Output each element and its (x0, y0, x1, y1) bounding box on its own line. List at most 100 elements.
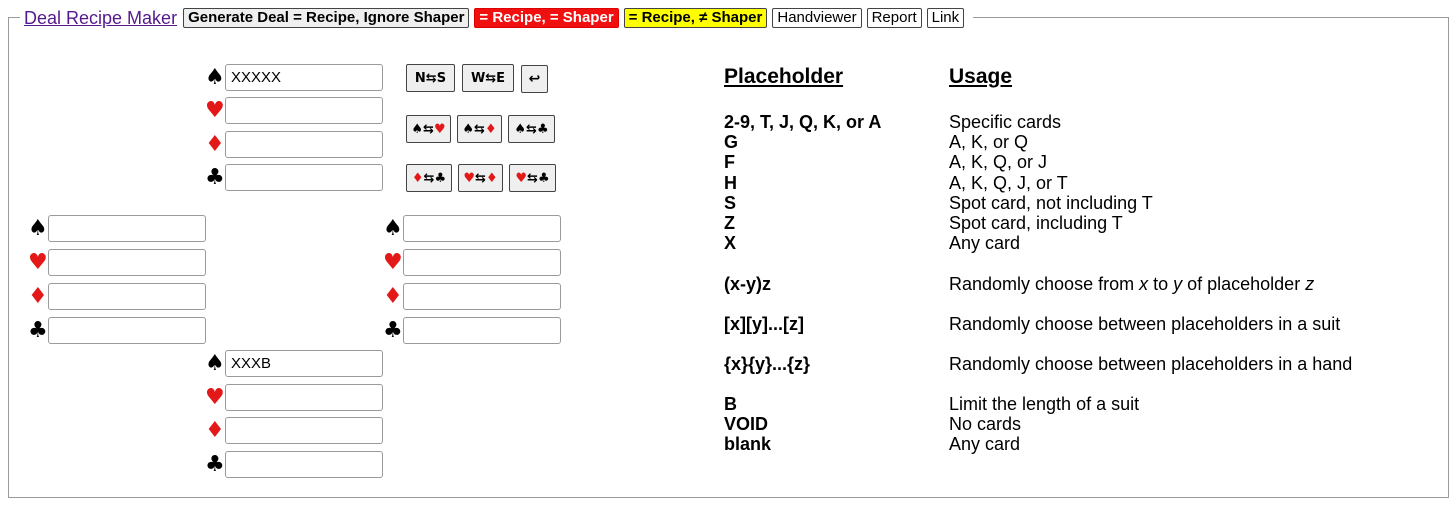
north-clubs-input[interactable] (225, 164, 383, 191)
west-hearts-input[interactable] (48, 249, 206, 276)
usage-text: Spot card, including T (949, 213, 1123, 233)
club-icon: ♣ (28, 318, 48, 343)
spade-icon: ♠ (383, 216, 403, 241)
spade-icon: ♠ (28, 216, 48, 241)
swap-spades-clubs-button[interactable]: ♠ ⇆ ♣ (508, 115, 555, 143)
heart-icon: ♥ (28, 250, 48, 275)
placeholder-label: 2-9, T, J, Q, K, or A (724, 112, 882, 132)
swap-hearts-clubs-button[interactable]: ♥ ⇆ ♣ (509, 164, 556, 192)
placeholder-label: G (724, 132, 739, 152)
north-hearts-input[interactable] (225, 97, 383, 124)
east-diamonds-input[interactable] (403, 283, 561, 310)
usage-text: Spot card, not including T (949, 193, 1153, 213)
report-button[interactable]: Report (866, 8, 922, 28)
diamond-icon: ♦ (205, 418, 225, 443)
east-clubs-input[interactable] (403, 317, 561, 344)
usage-text: Randomly choose between placeholders in … (949, 354, 1353, 374)
north-spades-input[interactable] (225, 64, 383, 91)
spade-icon: ♠ (411, 121, 424, 137)
heart-icon: ♥ (515, 170, 528, 186)
south-spades-input[interactable] (225, 350, 383, 377)
club-icon: ♣ (536, 121, 549, 137)
usage-text-part: Randomly choose from (949, 274, 1140, 294)
spade-icon: ♠ (205, 351, 225, 376)
link-button[interactable]: Link (926, 8, 965, 28)
east-hearts-input[interactable] (403, 249, 561, 276)
heart-icon: ♥ (205, 385, 225, 410)
usage-var-z: z (1305, 274, 1315, 294)
recipe-not-equal-shaper-button[interactable]: = Recipe, ≠ Shaper (623, 8, 768, 28)
rotate-icon: ↩ (528, 71, 541, 87)
west-spades-input[interactable] (48, 215, 206, 242)
placeholder-label: (x-y)z (724, 274, 772, 294)
heart-icon: ♥ (463, 170, 476, 186)
handviewer-button[interactable]: Handviewer (772, 8, 862, 28)
diamond-icon: ♦ (28, 284, 48, 309)
usage-text-part: to (1148, 274, 1174, 294)
usage-text: Any card (949, 434, 1021, 454)
south-diamonds-input[interactable] (225, 417, 383, 444)
placeholder-label: S (724, 193, 737, 213)
usage-text: Limit the length of a suit (949, 394, 1140, 414)
placeholder-label: [x][y]...[z] (724, 314, 804, 334)
usage-text: A, K, Q, or J (949, 152, 1048, 172)
heart-icon: ♥ (205, 98, 225, 123)
swap-arrow-icon: ⇆ (526, 121, 537, 137)
spade-icon: ♠ (462, 121, 475, 137)
usage-var-y: y (1173, 274, 1183, 294)
south-hearts-input[interactable] (225, 384, 383, 411)
placeholder-label: X (724, 233, 737, 253)
usage-text: Specific cards (949, 112, 1062, 132)
usage-header: Usage (949, 65, 1013, 88)
usage-text: A, K, Q, J, or T (949, 173, 1068, 193)
swap-spades-hearts-button[interactable]: ♠ ⇆ ♥ (406, 115, 451, 143)
title-link[interactable]: Deal Recipe Maker (24, 8, 177, 29)
spade-icon: ♠ (205, 65, 225, 90)
swap-arrow-icon: ⇆ (423, 121, 434, 137)
spade-icon: ♠ (514, 121, 527, 137)
placeholder-header: Placeholder (724, 65, 844, 88)
recipe-equal-shaper-button[interactable]: = Recipe, = Shaper (474, 8, 619, 28)
usage-text: Randomly choose between placeholders in … (949, 314, 1341, 334)
swap-diamonds-clubs-button[interactable]: ♦ ⇆ ♣ (406, 164, 452, 192)
south-clubs-input[interactable] (225, 451, 383, 478)
diamond-icon: ♦ (485, 170, 498, 186)
swap-north-south-button[interactable]: N⇆S (406, 64, 455, 92)
rotate-button[interactable]: ↩ (521, 65, 548, 93)
diamond-icon: ♦ (484, 121, 497, 137)
usage-text: Randomly choose from x to y of placehold… (949, 274, 1314, 294)
usage-var-x: x (1139, 274, 1149, 294)
club-icon: ♣ (205, 165, 225, 190)
swap-spades-diamonds-button[interactable]: ♠ ⇆ ♦ (457, 115, 502, 143)
club-icon: ♣ (537, 170, 550, 186)
west-clubs-input[interactable] (48, 317, 206, 344)
placeholder-label: {x}{y}...{z} (724, 354, 811, 374)
east-spades-input[interactable] (403, 215, 561, 242)
diamond-icon: ♦ (383, 284, 403, 309)
swap-arrow-icon: ⇆ (423, 170, 435, 186)
generate-ignore-shaper-button[interactable]: Generate Deal = Recipe, Ignore Shaper (183, 8, 470, 28)
club-icon: ♣ (383, 318, 403, 343)
placeholder-label: Z (724, 213, 735, 233)
toolbar: Deal Recipe Maker Generate Deal = Recipe… (20, 6, 974, 30)
heart-icon: ♥ (383, 250, 403, 275)
club-icon: ♣ (434, 170, 447, 186)
swap-hearts-diamonds-button[interactable]: ♥ ⇆ ♦ (458, 164, 503, 192)
west-diamonds-input[interactable] (48, 283, 206, 310)
usage-text-part: of placeholder (1182, 274, 1306, 294)
usage-text: Any card (949, 233, 1021, 253)
heart-icon: ♥ (433, 121, 446, 137)
placeholder-label: F (724, 152, 735, 172)
usage-text: A, K, or Q (949, 132, 1029, 152)
club-icon: ♣ (205, 452, 225, 477)
swap-arrow-icon: ⇆ (527, 170, 538, 186)
placeholder-label: blank (724, 434, 772, 454)
swap-arrow-icon: ⇆ (474, 121, 485, 137)
north-diamonds-input[interactable] (225, 131, 383, 158)
diamond-icon: ♦ (411, 170, 424, 186)
placeholder-label: H (724, 173, 737, 193)
usage-text: No cards (949, 414, 1022, 434)
placeholder-label: VOID (724, 414, 769, 434)
swap-west-east-button[interactable]: W⇆E (462, 64, 514, 92)
diamond-icon: ♦ (205, 132, 225, 157)
